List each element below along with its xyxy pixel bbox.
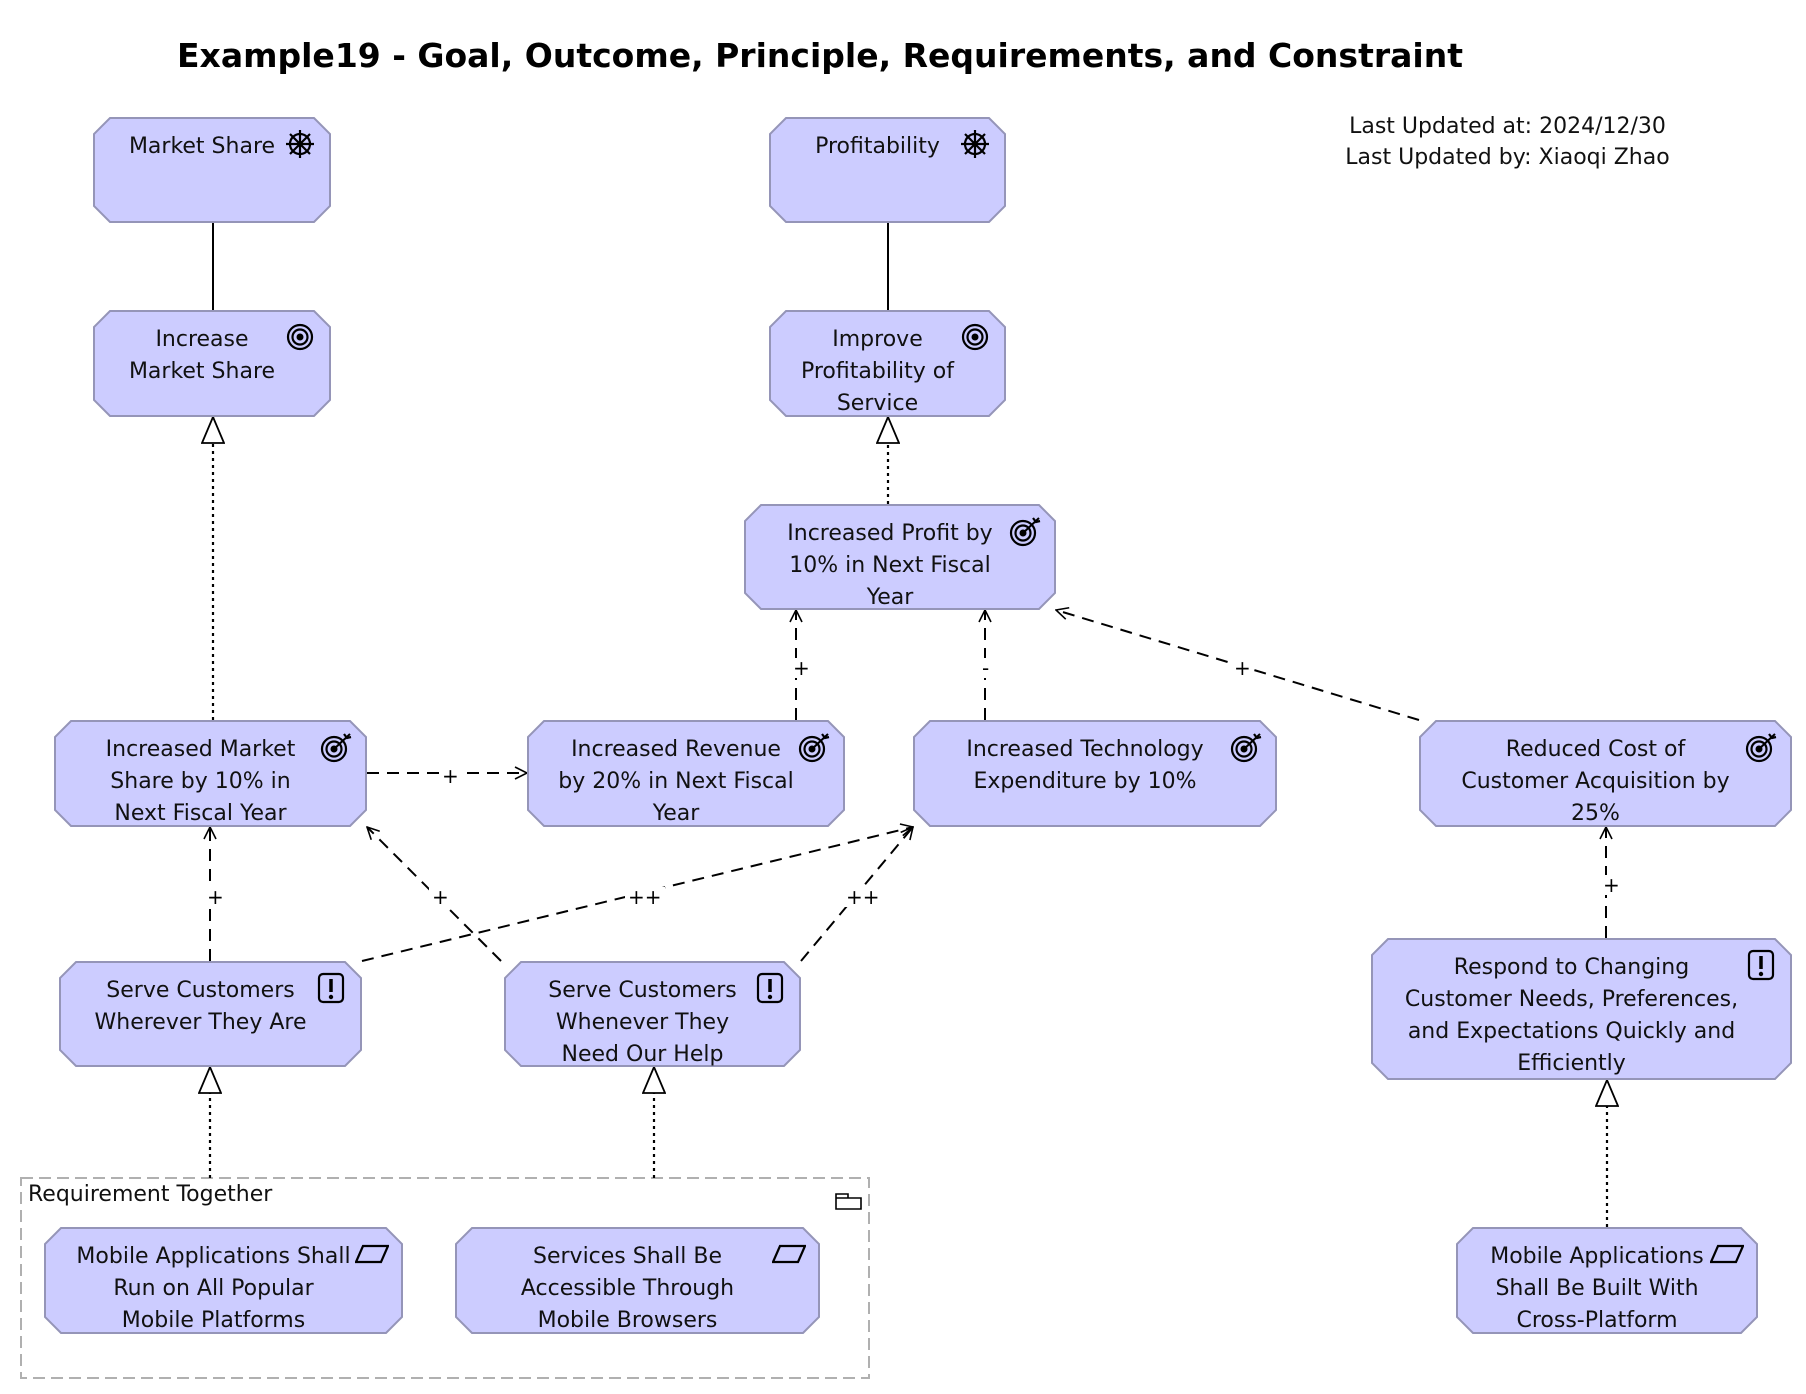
principle-exclamation-icon (314, 971, 348, 1005)
relation-label: + (204, 887, 227, 907)
outcome-arrow-target-icon (319, 730, 353, 764)
node-increased-market-share-10[interactable]: Increased Market Share by 10% in Next Fi… (54, 720, 367, 827)
goal-target-icon (283, 320, 317, 354)
outcome-arrow-target-icon (1008, 514, 1042, 548)
node-increase-market-share[interactable]: Increase Market Share (93, 310, 331, 417)
group-label: Requirement Together (28, 1182, 273, 1207)
node-increased-tech[interactable]: Increased Technology Expenditure by 10% (913, 720, 1277, 827)
relation-label: + (429, 887, 452, 907)
node-increased-profit[interactable]: Increased Profit by 10% in Next Fiscal Y… (744, 504, 1056, 610)
requirement-parallelogram-icon (1709, 1237, 1745, 1271)
node-profitability[interactable]: Profitability (769, 117, 1006, 223)
node-label: Increased Market Share by 10% in Next Fi… (105, 737, 296, 826)
relation-label: ++ (843, 887, 883, 907)
requirement-parallelogram-icon (771, 1237, 807, 1271)
node-label: Serve Customers Wherever They Are (94, 978, 307, 1035)
relation-label: + (439, 766, 462, 786)
outcome-arrow-target-icon (797, 730, 831, 764)
node-mobile-run[interactable]: Mobile Applications Shall Run on All Pop… (44, 1227, 403, 1334)
node-label: Serve Customers Whenever They Need Our H… (548, 978, 737, 1067)
relation-label: + (790, 658, 813, 678)
goal-target-icon (958, 320, 992, 354)
node-label: Mobile Applications Shall Run on All Pop… (76, 1244, 351, 1333)
node-market-share[interactable]: Market Share (93, 117, 331, 223)
node-label: Services Shall Be Accessible Through Mob… (520, 1244, 735, 1333)
node-increased-revenue[interactable]: Increased Revenue by 20% in Next Fiscal … (527, 720, 845, 827)
node-improve-profitability[interactable]: Improve Profitability of Service (769, 310, 1006, 417)
node-mobile-built[interactable]: Mobile Applications Shall Be Built With … (1456, 1227, 1758, 1334)
principle-exclamation-icon (753, 971, 787, 1005)
node-label: Increased Technology Expenditure by 10% (966, 737, 1204, 794)
node-label: Mobile Applications Shall Be Built With … (1490, 1244, 1704, 1333)
relation-label: + (1231, 658, 1254, 678)
node-label: Reduced Cost of Customer Acquisition by … (1461, 737, 1730, 826)
node-label: Respond to Changing Customer Needs, Pref… (1404, 955, 1739, 1076)
node-services-browsers[interactable]: Services Shall Be Accessible Through Mob… (455, 1227, 820, 1334)
node-label: Increased Revenue by 20% in Next Fiscal … (558, 737, 794, 826)
relation-label: - (979, 658, 993, 678)
driver-wheel-icon (283, 127, 317, 161)
node-label: Increased Profit by 10% in Next Fiscal Y… (787, 521, 993, 610)
principle-exclamation-icon (1744, 948, 1778, 982)
relation-label: ++ (625, 887, 665, 907)
node-serve-wherever[interactable]: Serve Customers Wherever They Are (59, 961, 362, 1067)
node-reduced-cost[interactable]: Reduced Cost of Customer Acquisition by … (1419, 720, 1792, 827)
node-respond-changing[interactable]: Respond to Changing Customer Needs, Pref… (1371, 938, 1792, 1080)
relation-label: + (1600, 875, 1623, 895)
node-label: Profitability (815, 134, 940, 159)
node-label: Increase Market Share (128, 327, 276, 384)
outcome-arrow-target-icon (1229, 730, 1263, 764)
requirement-parallelogram-icon (354, 1237, 390, 1271)
folder-icon (835, 1193, 862, 1210)
outcome-arrow-target-icon (1744, 730, 1778, 764)
node-serve-whenever[interactable]: Serve Customers Whenever They Need Our H… (504, 961, 801, 1067)
node-label: Market Share (128, 134, 276, 159)
node-label: Improve Profitability of Service (800, 327, 954, 416)
driver-wheel-icon (958, 127, 992, 161)
